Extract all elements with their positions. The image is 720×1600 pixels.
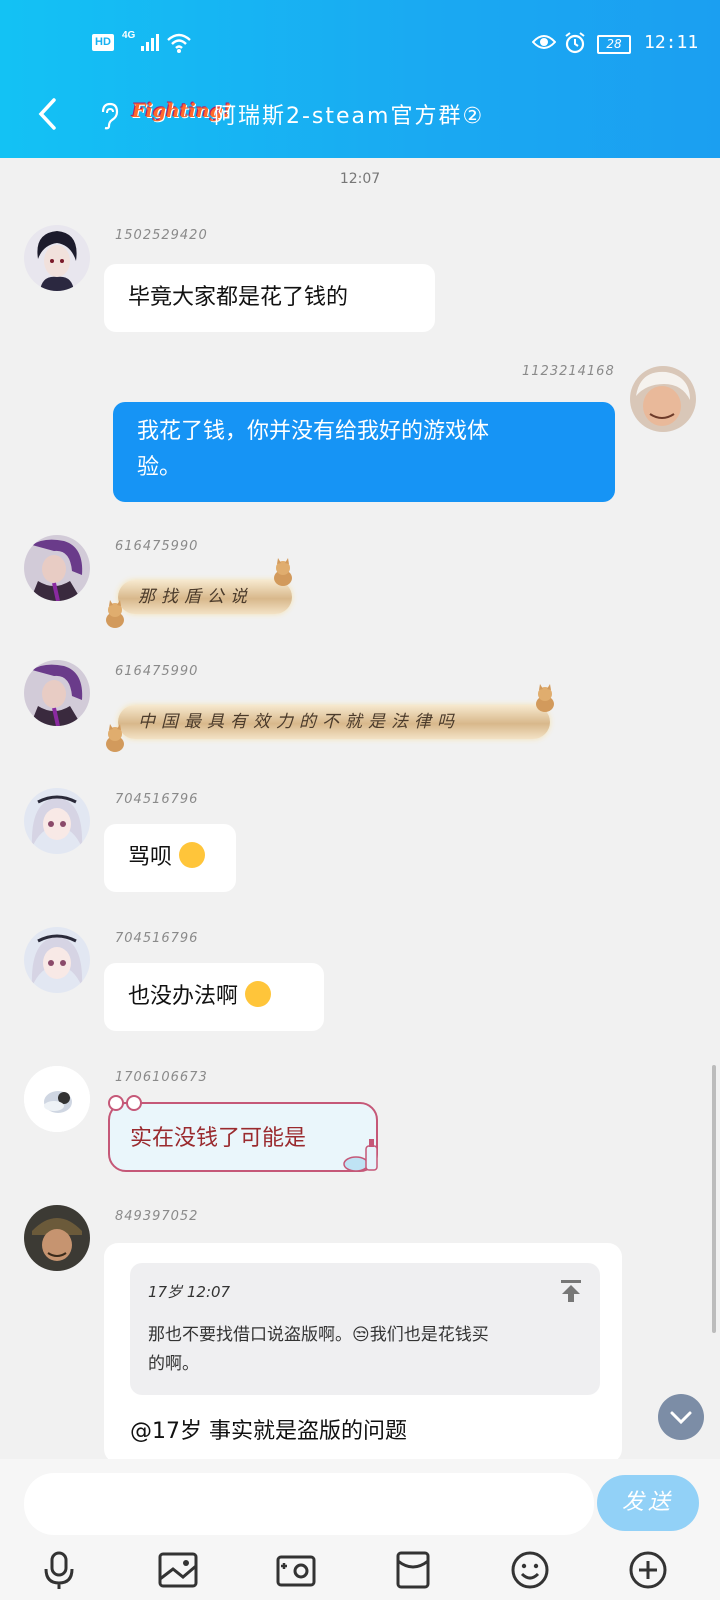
sender-id: 1502529420 <box>115 228 208 243</box>
send-button[interactable]: 发送 <box>597 1475 699 1531</box>
message-bubble[interactable]: 骂呗 <box>104 824 236 892</box>
chevron-down-icon <box>670 1411 692 1425</box>
signal-icon <box>141 34 159 51</box>
scroll-to-bottom-button[interactable] <box>658 1394 704 1440</box>
sender-id: 1706106673 <box>115 1070 208 1085</box>
quoted-text: 那也不要找借口说盗版啊。😒我们也是花钱买 的啊。 <box>148 1321 578 1379</box>
sender-id: 616475990 <box>115 664 199 679</box>
message-bubble[interactable]: 毕竟大家都是花了钱的 <box>104 264 435 332</box>
network-type: 4G <box>122 30 136 41</box>
input-bar: 发送 <box>0 1459 720 1600</box>
alarm-icon <box>565 32 585 54</box>
avatar[interactable] <box>24 225 90 291</box>
message-bubble-themed[interactable]: 那找盾公说 <box>118 580 292 614</box>
quoted-header: 17岁 12:07 <box>148 1283 231 1301</box>
crying-laughing-emoji-icon <box>245 981 272 1007</box>
wifi-icon <box>167 33 191 53</box>
quoted-text-line: 那也不要找借口说盗版啊。😒我们也是花钱买 <box>148 1325 489 1345</box>
my-message-bubble[interactable]: 我花了钱，你并没有给我好的游戏体 验。 <box>113 402 615 502</box>
message-text: 毕竟大家都是花了钱的 <box>128 285 349 310</box>
plus-icon[interactable] <box>627 1549 669 1591</box>
message-text: 实在没钱了可能是 <box>130 1126 307 1151</box>
chat-header: HD 4G 28 12:11 Fighting! 阿瑞斯2-steam官方群② <box>0 0 720 158</box>
message-text: 那找盾公说 <box>138 587 253 607</box>
sender-id: 849397052 <box>115 1209 199 1224</box>
crying-laughing-emoji-icon <box>179 842 206 868</box>
battery-indicator: 28 <box>597 35 631 54</box>
cat-sticker-icon <box>274 558 292 586</box>
message-bubble[interactable]: 也没办法啊 <box>104 963 324 1031</box>
cat-sticker-icon <box>106 724 124 752</box>
message-bubble-themed[interactable]: 中国最具有效力的不就是法律吗 <box>118 705 550 739</box>
back-arrow-icon[interactable] <box>36 96 58 132</box>
reply-message-card[interactable]: 17岁 12:07 那也不要找借口说盗版啊。😒我们也是花钱买 的啊。 @17岁 … <box>104 1243 622 1463</box>
message-bubble-themed[interactable]: 实在没钱了可能是 <box>108 1102 378 1172</box>
red-packet-icon[interactable] <box>392 1549 434 1591</box>
glasses-decoration-icon <box>108 1095 142 1111</box>
avatar[interactable] <box>24 535 90 601</box>
message-timestamp: 12:07 <box>339 171 381 187</box>
message-text: 也没办法啊 <box>128 984 239 1009</box>
message-input[interactable] <box>24 1473 594 1535</box>
sender-id: 1123214168 <box>522 364 615 379</box>
message-text-line: 我花了钱，你并没有给我好的游戏体 <box>137 419 490 444</box>
avatar[interactable] <box>24 788 90 854</box>
sender-id: 704516796 <box>115 931 199 946</box>
title-bar: Fighting! 阿瑞斯2-steam官方群② <box>0 94 720 138</box>
message-text-line: 验。 <box>137 455 182 480</box>
status-bar: HD 4G 28 12:11 <box>0 26 720 60</box>
hd-badge: HD <box>92 34 114 51</box>
avatar[interactable] <box>630 366 696 432</box>
jump-to-top-icon[interactable] <box>560 1279 582 1303</box>
chat-title[interactable]: 阿瑞斯2-steam官方群② <box>214 98 484 130</box>
quoted-text-line: 的啊。 <box>148 1354 199 1374</box>
clock: 12:11 <box>644 32 699 53</box>
cat-sticker-icon <box>536 684 554 712</box>
sender-id: 616475990 <box>115 539 199 554</box>
camera-icon[interactable] <box>275 1549 317 1591</box>
eye-comfort-icon <box>532 35 556 49</box>
reply-text: @17岁 事实就是盗版的问题 <box>130 1419 407 1444</box>
sender-id: 704516796 <box>115 792 199 807</box>
avatar[interactable] <box>24 1066 90 1132</box>
scrollbar[interactable] <box>712 1065 716 1333</box>
avatar[interactable] <box>24 1205 90 1271</box>
quoted-message[interactable]: 17岁 12:07 那也不要找借口说盗版啊。😒我们也是花钱买 的啊。 <box>130 1263 600 1395</box>
soap-bottle-decoration-icon <box>343 1139 378 1172</box>
earpiece-mode-icon[interactable] <box>98 102 120 130</box>
image-icon[interactable] <box>157 1549 199 1591</box>
cat-sticker-icon <box>106 600 124 628</box>
microphone-icon[interactable] <box>38 1549 80 1591</box>
message-text: 骂呗 <box>128 845 173 870</box>
avatar[interactable] <box>24 927 90 993</box>
avatar[interactable] <box>24 660 90 726</box>
message-text: 中国最具有效力的不就是法律吗 <box>138 712 460 732</box>
emoji-icon[interactable] <box>509 1549 551 1591</box>
